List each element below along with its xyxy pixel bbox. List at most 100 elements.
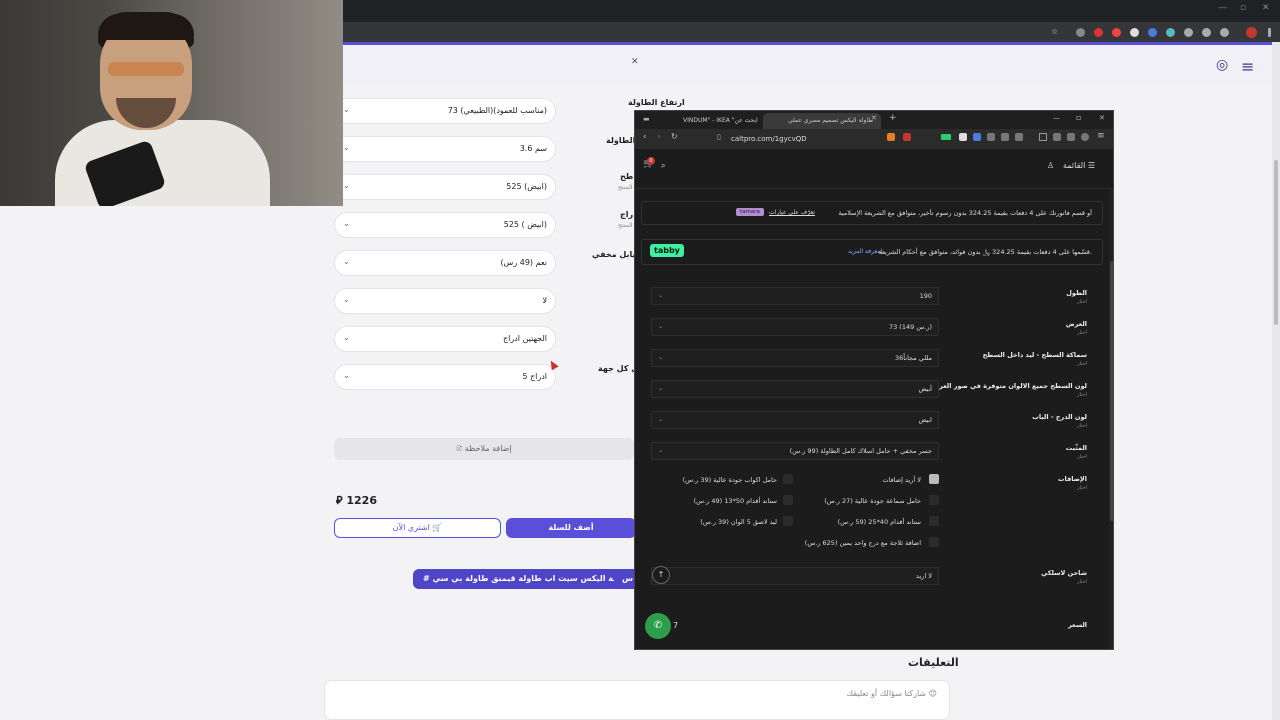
shield-icon[interactable] [887,133,895,141]
tamara-link[interactable]: تعرّف على عيارات [769,209,815,216]
window-tab-bar: ▬ VINDUM" - IKEA "ابحث عن طاولة اليكس تص… [635,111,1113,129]
field-label: الطول [1066,289,1087,297]
extension-icon[interactable] [1001,133,1009,141]
cart-count-badge: 0 [647,157,655,165]
menu-label[interactable]: القائمة ☰ [1063,161,1095,170]
surface-color-select[interactable]: ⌄ أبيض [651,380,939,398]
chevron-down-icon: ⌄ [343,295,350,304]
add-note-button[interactable]: 🗈 إضافة ملاحظة [334,438,634,460]
close-icon[interactable]: ✕ [631,57,639,67]
extension-icon[interactable] [973,133,981,141]
chevron-down-icon: ⌄ [343,181,350,190]
option-select[interactable]: ⌄ نعم (49 رس) [334,250,556,276]
extension-icon[interactable] [1067,133,1075,141]
extension-icon[interactable] [1148,28,1157,37]
user-icon[interactable]: ◎ [1216,57,1228,73]
person-glasses [108,62,184,76]
chevron-down-icon: ⌄ [658,415,664,423]
reload-icon[interactable]: ↻ [671,132,678,141]
maximize-icon[interactable]: ▫ [1076,113,1081,122]
charger-select[interactable]: لا اريد [651,567,939,585]
window-scrollbar-thumb[interactable] [1110,261,1113,521]
addon-checkbox[interactable] [929,495,939,505]
add-to-cart-button[interactable]: أضف للسلة [506,518,636,538]
product-price: ⃁ 1226 [336,494,377,507]
minimize-icon[interactable]: — [1053,114,1060,122]
avatar[interactable] [1246,27,1257,38]
option-select[interactable]: ⌄ 525 ( ابيض) [334,212,556,238]
option-select[interactable]: ⌄ 3.6 سم [334,136,556,162]
extension-icon[interactable] [1015,133,1023,141]
extension-icon[interactable] [941,134,951,140]
addon-checkbox[interactable] [783,474,793,484]
whatsapp-button[interactable]: ✆ [645,613,671,639]
thickness-select[interactable]: ⌄ 36مللي مجاناً [651,349,939,367]
maximize-icon[interactable]: ▫ [1240,3,1246,13]
buy-now-button[interactable]: اشتري الآن 🛒 [334,518,501,538]
profile-icon[interactable] [1081,133,1089,141]
alert-icon[interactable] [903,133,911,141]
tag-link[interactable]: # طاولة اليكس سيت اب طاولة قيمنق طاولة ب… [413,569,642,589]
drawer-color-select[interactable]: ⌄ ابيض [651,411,939,429]
bookmark-icon[interactable]: ▯ [717,133,721,141]
stabilizer-select[interactable]: ⌄ جسر مخفي + حامل اسلاك كامل الطاولة (99 … [651,442,939,460]
addon-checkbox[interactable] [783,516,793,526]
search-icon[interactable]: ⌕ [661,161,665,171]
chevron-down-icon: ⌄ [658,446,664,454]
addon-checkbox[interactable] [929,474,939,484]
option-select[interactable]: ⌄ 525 (ابيض) [334,174,556,200]
tabby-link[interactable]: لمعرفة المزيد [848,248,883,255]
comment-input[interactable]: شاركنا سؤالك أو تعليقك 😊 [324,680,950,720]
back-icon[interactable]: ‹ [643,132,647,142]
extension-icon[interactable] [959,133,967,141]
extension-icon[interactable] [1130,28,1139,37]
addon-checkbox[interactable] [929,537,939,547]
addon-checkbox[interactable] [783,495,793,505]
sidebar-icon[interactable] [1220,28,1229,37]
tabby-text: قسّمها على 4 دفعات بقيمة 324.25 ﷼ بدون ف… [878,248,1092,256]
page-scrollbar-thumb[interactable] [1274,160,1278,325]
site-header: ✕ ◎ ≡ [343,42,1280,84]
minimize-icon[interactable]: — [1218,3,1227,13]
tab-list-icon[interactable]: ▬ [643,115,650,123]
extension-icon[interactable] [1166,28,1175,37]
page-scrollbar[interactable] [1272,42,1280,720]
chevron-down-icon: ⌄ [343,143,350,152]
menu-icon[interactable]: ≡ [1097,131,1105,141]
width-select[interactable]: ⌄ 73 (149 ر.س) [651,318,939,336]
kebab-menu-icon[interactable] [1268,28,1271,37]
tab-product[interactable]: طاولة اليكس تصميم مصري عملي [763,113,881,129]
chevron-down-icon: ⌄ [343,219,350,228]
window-toolbar: ‹ › ↻ ▯ caltpro.com/1gycvQD ≡ [635,129,1113,149]
field-label: ي كل جهة [598,364,639,373]
field-sublabel: اختار [1077,392,1087,398]
star-icon[interactable]: ☆ [1051,27,1060,36]
extension-icon[interactable] [1112,28,1121,37]
screenshot-icon[interactable] [1053,133,1061,141]
length-select[interactable]: ⌄ 190 [651,287,939,305]
tabby-logo: tabby [650,244,684,257]
forward-icon[interactable]: › [657,132,661,142]
option-select[interactable]: ⌄ لا [334,288,556,314]
sidebar-icon[interactable] [1039,133,1047,141]
extension-icon[interactable] [987,133,995,141]
note-icon: 🗈 [456,444,465,453]
close-icon[interactable]: ✕ [1099,114,1105,122]
extension-icon[interactable] [1094,28,1103,37]
scroll-to-top-button[interactable]: ↑ [652,566,670,584]
tab-ikea[interactable]: VINDUM" - IKEA "ابحث عن [675,113,761,129]
extension-icon[interactable] [1076,28,1085,37]
option-select[interactable]: ⌄ 5 ادراج [334,364,556,390]
hamburger-menu-icon[interactable]: ≡ [1241,57,1254,76]
close-icon[interactable]: ✕ [1262,3,1270,13]
new-tab-icon[interactable]: + [889,113,897,123]
option-select[interactable]: ⌄ 73 (الطبيعي)(مناسب للعمود) [334,98,556,124]
user-icon[interactable]: ♙ [1047,161,1054,170]
extension-icon[interactable] [1184,28,1193,37]
close-tab-icon[interactable]: ✕ [871,114,877,122]
puzzle-icon[interactable] [1202,28,1211,37]
addons-label: الإضافات [1057,475,1087,483]
option-select[interactable]: ⌄ الجهتين ادراج [334,326,556,352]
chevron-down-icon: ⌄ [343,333,350,342]
addon-checkbox[interactable] [929,516,939,526]
